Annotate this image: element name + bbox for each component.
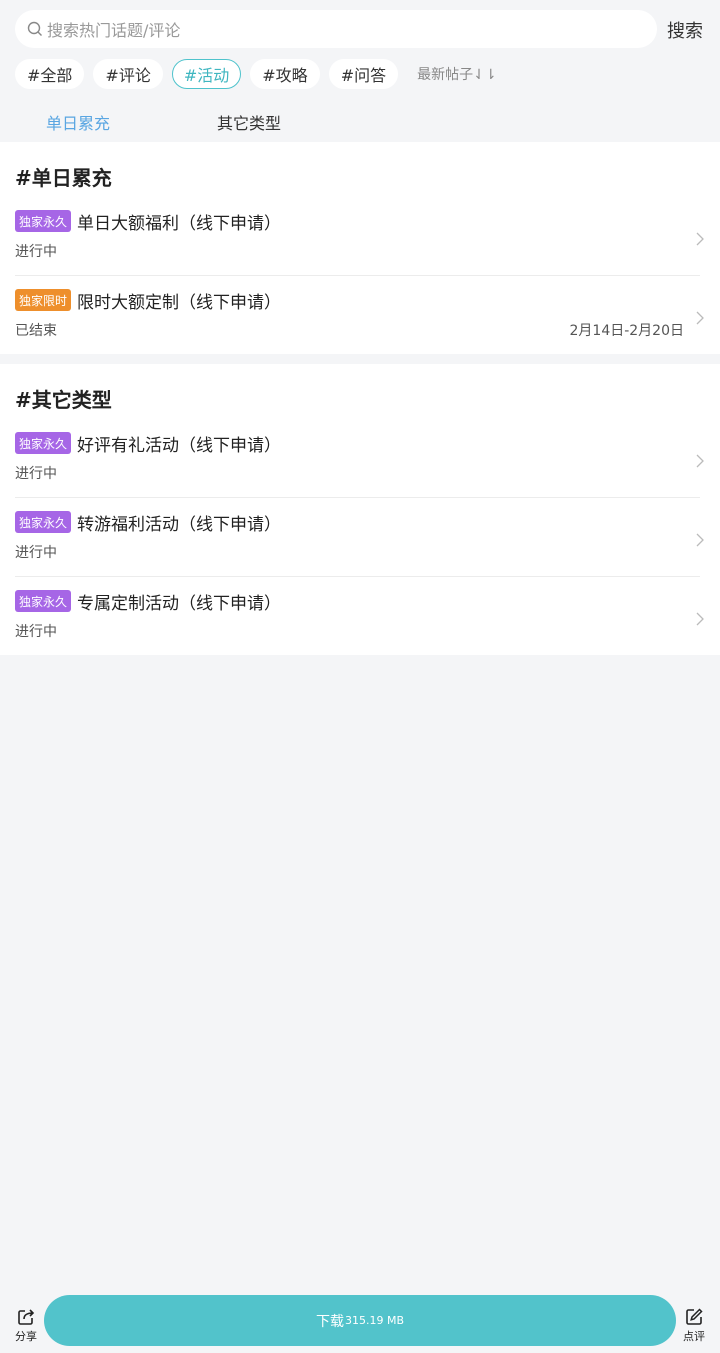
divider xyxy=(15,497,700,498)
subtab-other-types[interactable]: 其它类型 xyxy=(217,110,281,134)
chevron-right-icon xyxy=(696,612,704,626)
divider xyxy=(15,275,700,276)
chip-qa[interactable]: #问答 xyxy=(328,59,399,89)
chevron-right-icon xyxy=(696,232,704,246)
item-title: 转游福利活动（线下申请） xyxy=(77,515,281,535)
section-other-types: #其它类型 独家永久 好评有礼活动（线下申请） 进行中 独家永久 转游福利活动（… xyxy=(0,364,720,655)
item-status: 进行中 xyxy=(15,244,57,260)
review-label: 点评 xyxy=(683,1330,705,1343)
chip-activities[interactable]: #活动 xyxy=(171,59,242,89)
chip-comments[interactable]: #评论 xyxy=(93,59,163,89)
edit-icon xyxy=(686,1308,703,1325)
search-button[interactable]: 搜索 xyxy=(667,17,703,43)
top-bar: 搜索热门话题/评论 搜索 #全部 #评论 #活动 #攻略 #问答 最新帖子⇃⇂ … xyxy=(0,0,720,142)
chip-all[interactable]: #全部 xyxy=(15,59,85,89)
chevron-right-icon xyxy=(696,533,704,547)
bottom-bar: 分享 下载 315.19 MB 点评 xyxy=(0,1293,720,1353)
search-placeholder: 搜索热门话题/评论 xyxy=(47,21,181,40)
item-title: 限时大额定制（线下申请） xyxy=(77,293,281,313)
item-title: 专属定制活动（线下申请） xyxy=(77,594,281,614)
item-status: 进行中 xyxy=(15,466,57,482)
sort-toggle[interactable]: 最新帖子⇃⇂ xyxy=(417,64,496,84)
chip-guides[interactable]: #攻略 xyxy=(250,59,320,89)
sub-tabs: 单日累充 其它类型 xyxy=(0,108,720,136)
item-date: 2月14日-2月20日 xyxy=(569,323,685,339)
tag-badge: 独家永久 xyxy=(15,432,71,454)
chevron-right-icon xyxy=(696,454,704,468)
download-button[interactable]: 下载 315.19 MB xyxy=(44,1295,676,1346)
list-item[interactable]: 独家永久 转游福利活动（线下申请） 进行中 xyxy=(0,511,720,590)
download-size: 315.19 MB xyxy=(344,1314,405,1327)
list-item[interactable]: 独家永久 好评有礼活动（线下申请） 进行中 xyxy=(0,432,720,511)
list-item[interactable]: 独家永久 专属定制活动（线下申请） 进行中 xyxy=(0,590,720,669)
tag-badge: 独家永久 xyxy=(15,210,71,232)
subtab-daily-recharge[interactable]: 单日累充 xyxy=(46,110,110,134)
item-status: 进行中 xyxy=(15,545,57,561)
list-item[interactable]: 独家限时 限时大额定制（线下申请） 已结束 2月14日-2月20日 xyxy=(0,289,720,368)
share-label: 分享 xyxy=(15,1330,37,1343)
item-status: 已结束 xyxy=(15,323,57,339)
search-input[interactable]: 搜索热门话题/评论 xyxy=(15,10,657,48)
chevron-right-icon xyxy=(696,311,704,325)
share-icon xyxy=(18,1309,35,1325)
item-title: 单日大额福利（线下申请） xyxy=(77,214,281,234)
tag-badge: 独家限时 xyxy=(15,289,71,311)
divider xyxy=(15,576,700,577)
tag-badge: 独家永久 xyxy=(15,511,71,533)
tag-badge: 独家永久 xyxy=(15,590,71,612)
section-title: #单日累充 xyxy=(15,166,112,190)
review-button[interactable]: 点评 xyxy=(680,1307,708,1344)
search-icon xyxy=(27,21,42,36)
section-title: #其它类型 xyxy=(15,388,112,412)
item-title: 好评有礼活动（线下申请） xyxy=(77,436,281,456)
item-status: 进行中 xyxy=(15,624,57,640)
list-item[interactable]: 独家永久 单日大额福利（线下申请） 进行中 xyxy=(0,210,720,289)
share-button[interactable]: 分享 xyxy=(12,1307,40,1344)
download-label: 下载 xyxy=(315,1313,344,1330)
section-daily-recharge: #单日累充 独家永久 单日大额福利（线下申请） 进行中 独家限时 限时大额定制（… xyxy=(0,142,720,354)
topic-chips: #全部 #评论 #活动 #攻略 #问答 最新帖子⇃⇂ xyxy=(15,59,497,89)
